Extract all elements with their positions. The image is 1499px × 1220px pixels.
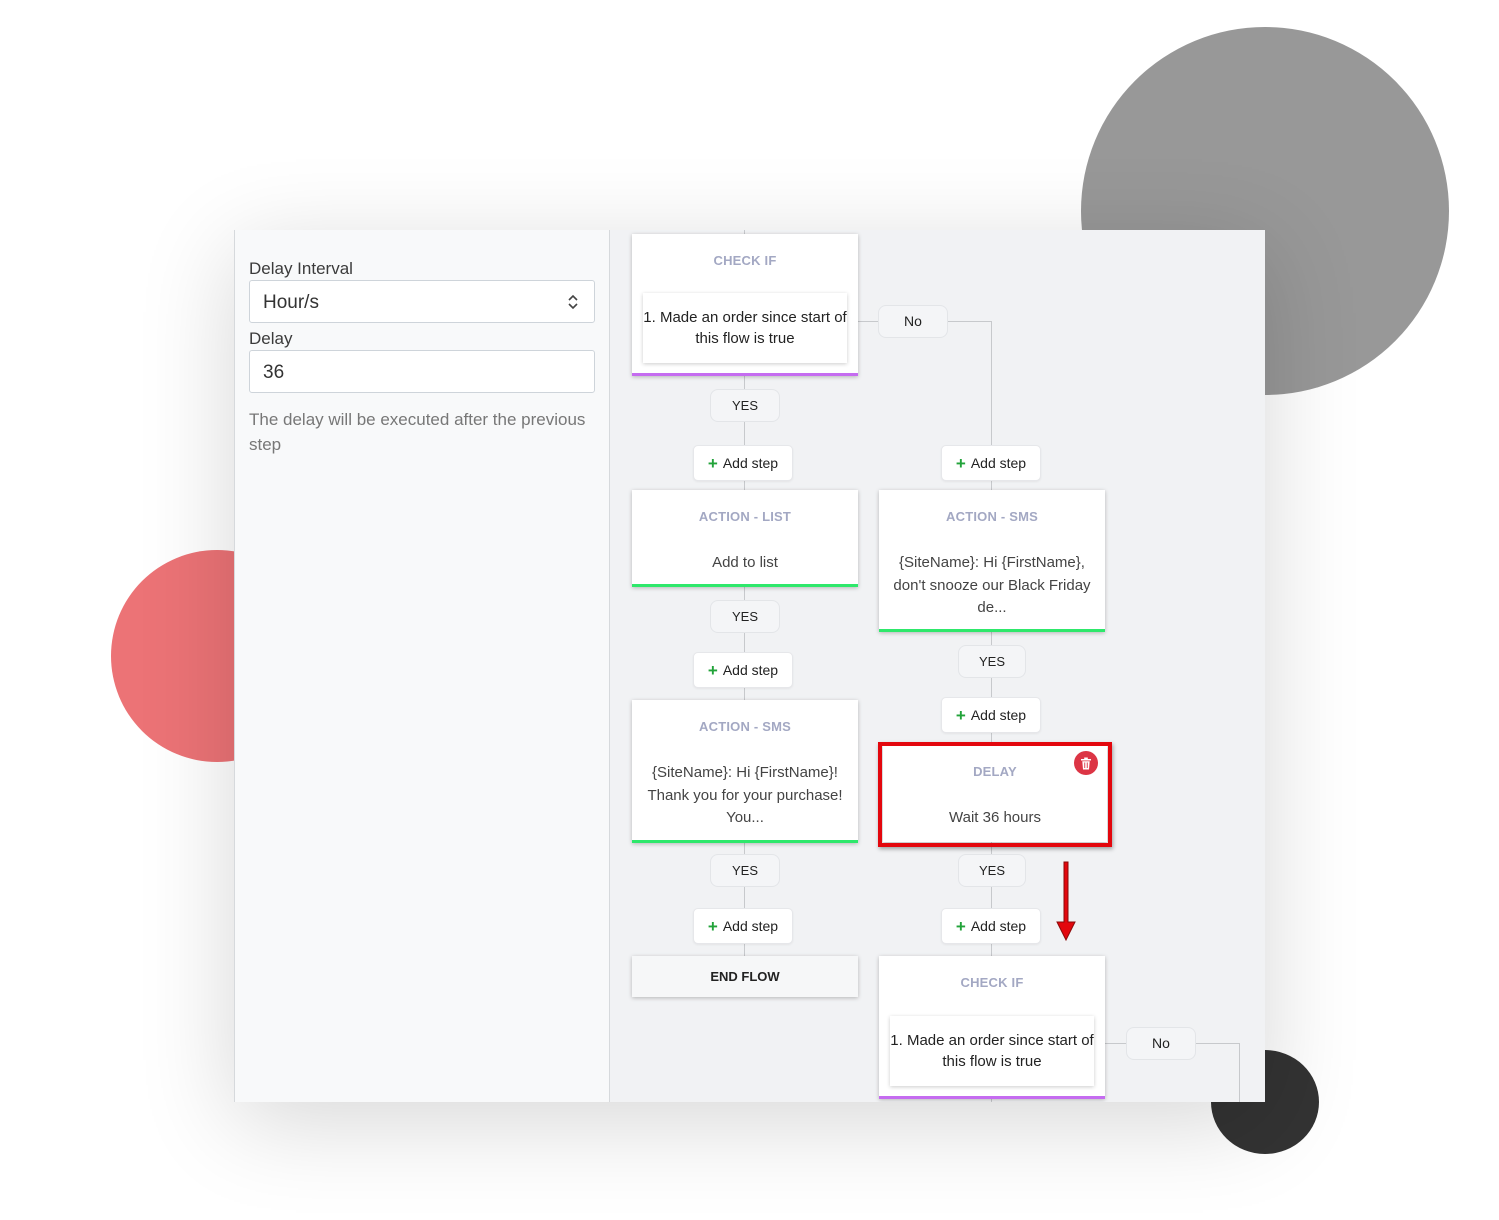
delete-step-button[interactable] [1074,751,1098,775]
delay-interval-select[interactable]: Hour/s [249,280,595,323]
yes-branch-label: YES [710,854,780,887]
node-type-label: CHECK IF [960,975,1024,990]
action-sms-node[interactable]: ACTION - SMS {SiteName}: Hi {FirstName}!… [632,700,858,843]
add-step-button[interactable]: + Add step [941,445,1041,481]
flow-editor-window: Delay Interval Hour/s Delay 36 The delay… [234,230,1265,1102]
plus-icon: + [955,453,966,473]
add-step-button[interactable]: + Add step [941,697,1041,733]
end-flow-node: END FLOW [632,956,858,997]
node-text: Add to list [712,554,778,571]
add-step-label: Add step [970,455,1027,471]
action-sms-node[interactable]: ACTION - SMS {SiteName}: Hi {FirstName},… [879,490,1105,632]
add-step-button[interactable]: + Add step [693,652,793,688]
plus-icon: + [955,705,966,725]
delay-value: 36 [263,362,285,383]
plus-icon: + [707,453,718,473]
condition-box[interactable]: 1. Made an order since start of this flo… [890,1016,1094,1086]
delay-interval-value: Hour/s [263,292,319,313]
node-text: {SiteName}: Hi {FirstName}, don't snooze… [893,554,1091,616]
no-branch-label: No [878,305,948,338]
delay-input[interactable]: 36 [249,350,595,393]
plus-icon: + [707,916,718,936]
connector-line [1239,1043,1240,1102]
node-type-label: ACTION - LIST [698,509,792,524]
no-branch-label: No [1126,1027,1196,1060]
add-step-label: Add step [722,455,779,471]
delay-label: Delay [249,329,293,348]
condition-text: 1. Made an order since start of this flo… [890,1032,1094,1070]
add-step-button[interactable]: + Add step [941,908,1041,944]
yes-branch-label: YES [710,389,780,422]
trash-icon [1081,757,1091,769]
plus-icon: + [955,916,966,936]
yes-branch-label: YES [958,854,1026,887]
add-step-button[interactable]: + Add step [693,445,793,481]
yes-branch-label: YES [958,645,1026,678]
delay-interval-label: Delay Interval [249,259,353,278]
step-settings-panel: Delay Interval Hour/s Delay 36 The delay… [234,230,610,1102]
node-type-label: ACTION - SMS [946,509,1038,524]
sort-arrows-icon [568,294,578,310]
add-step-label: Add step [970,707,1027,723]
flow-canvas: CHECK IF 1. Made an order since start of… [609,230,1265,1102]
condition-text: 1. Made an order since start of this flo… [643,309,847,347]
node-text: {SiteName}: Hi {FirstName}! Thank you fo… [647,764,843,826]
add-step-button[interactable]: + Add step [693,908,793,944]
action-list-node[interactable]: ACTION - LIST Add to list [632,490,858,587]
yes-branch-label: YES [710,600,780,633]
add-step-label: Add step [722,662,779,678]
add-step-label: Add step [970,918,1027,934]
check-if-node[interactable]: CHECK IF 1. Made an order since start of… [632,234,858,376]
delay-help-text: The delay will be executed after the pre… [249,410,586,454]
node-type-label: ACTION - SMS [699,719,791,734]
condition-box[interactable]: 1. Made an order since start of this flo… [643,293,847,363]
plus-icon: + [707,660,718,680]
add-step-label: Add step [722,918,779,934]
red-down-arrow-icon [1056,861,1076,942]
check-if-node[interactable]: CHECK IF 1. Made an order since start of… [879,956,1105,1099]
node-type-label: CHECK IF [713,253,777,268]
